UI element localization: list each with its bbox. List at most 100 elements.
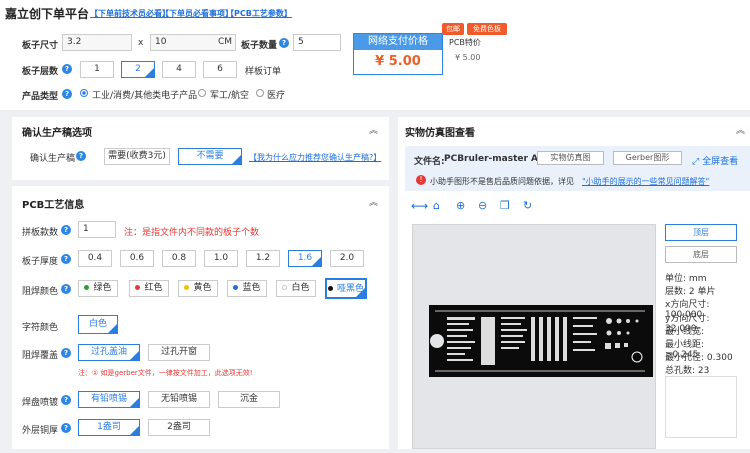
spec-min-hole-value: 0.300 <box>706 353 733 363</box>
via-help-icon[interactable]: ? <box>61 348 71 358</box>
spec-min-hole-key: 最小孔径: <box>665 353 705 363</box>
panel-note: 注：是指文件内不同款的板子个数 <box>124 228 260 238</box>
type-radio-medical[interactable] <box>256 89 264 97</box>
link-tech-notes[interactable]: 【下单前技术员必看】 <box>90 8 170 19</box>
expand-icon: ⤢ <box>692 157 700 167</box>
type-medical-label: 医疗 <box>267 91 286 101</box>
pcb-board-image <box>429 305 653 377</box>
thickness-label: 板子厚度 <box>22 257 59 267</box>
mask-blue[interactable]: 蓝色 <box>227 280 267 297</box>
confirm-option-no-need[interactable]: 不需要 <box>178 148 242 165</box>
type-help-icon[interactable]: ? <box>62 89 72 99</box>
confirm-why-link[interactable]: 【我为什么应力推荐您确认生产稿?】 <box>249 152 381 163</box>
confirm-help-icon[interactable]: ? <box>76 151 86 161</box>
sim-collapse-chevron-icon[interactable]: ︽ <box>736 123 745 136</box>
collapse-chevron-icon[interactable]: ︽ <box>369 123 378 136</box>
height-value: 10 <box>155 37 167 47</box>
type-radio-military[interactable] <box>198 89 206 97</box>
bottom-layer-button[interactable]: 底层 <box>665 246 737 263</box>
home-icon[interactable]: ⌂ <box>433 199 440 212</box>
silk-label: 字符颜色 <box>22 323 59 333</box>
layers-label: 板子层数 <box>22 67 59 77</box>
silk-white[interactable]: 白色 <box>78 315 118 334</box>
faq-link[interactable]: "小助手的展示的一些常见问题解答" <box>582 176 709 187</box>
qty-help-icon[interactable]: ? <box>279 38 289 48</box>
mask-red[interactable]: 红色 <box>129 280 169 297</box>
craft-title: PCB工艺信息 <box>22 200 85 211</box>
via-label: 阻焊覆盖 <box>22 351 59 361</box>
layers-option-6[interactable]: 6 <box>203 61 237 78</box>
mask-label: 阻焊颜色 <box>22 287 59 297</box>
panel-input[interactable]: 1 <box>78 221 116 238</box>
confirm-title: 确认生产稿选项 <box>22 128 92 139</box>
reset-icon[interactable]: ↻ <box>523 199 532 212</box>
via-note: 注：① 如是gerber文件，一律按文件加工，此选项无效! <box>78 369 253 377</box>
mask-help-icon[interactable]: ? <box>61 284 71 294</box>
tab-real-image[interactable]: 实物仿真图 <box>537 151 604 165</box>
mask-white-label: 白色 <box>291 283 310 293</box>
confirm-label: 确认生产稿 <box>30 154 76 164</box>
height-input[interactable]: 10 CM <box>150 34 236 51</box>
thickness-1-0[interactable]: 1.0 <box>204 250 238 267</box>
yellow-swatch-icon <box>184 285 190 290</box>
fullscreen-link[interactable]: ⤢ 全屏查看 <box>692 154 738 167</box>
craft-collapse-chevron-icon[interactable]: ︽ <box>369 195 378 208</box>
ruler-icon[interactable]: ⟷ <box>411 199 428 213</box>
spec-min-width-key: 最小线宽: <box>665 327 705 337</box>
badge-free-color: 免费色板 <box>467 23 507 35</box>
panel-label: 拼板款数 <box>22 228 59 238</box>
link-order-notes[interactable]: 【下单员必看事项】 <box>161 8 233 19</box>
copper-help-icon[interactable]: ? <box>61 423 71 433</box>
thickness-0-4[interactable]: 0.4 <box>78 250 112 267</box>
mask-green[interactable]: 绿色 <box>78 280 118 297</box>
zoom-out-icon[interactable]: ⊖ <box>478 199 487 212</box>
layers-help-icon[interactable]: ? <box>62 64 72 74</box>
thickness-help-icon[interactable]: ? <box>61 254 71 264</box>
spec-layers-value: 2 单片 <box>688 287 716 297</box>
price-amount: ¥ 5.00 <box>375 54 421 69</box>
tab-gerber[interactable]: Gerber图形 <box>613 151 682 165</box>
white-swatch-icon <box>282 285 288 290</box>
mask-blue-label: 蓝色 <box>242 283 261 293</box>
thickness-1-6[interactable]: 1.6 <box>288 250 322 267</box>
pad-enig[interactable]: 沉金 <box>218 391 280 408</box>
via-tented[interactable]: 过孔盖油 <box>78 344 140 361</box>
spec-y-key: y方向尺寸: <box>665 314 710 324</box>
mask-yellow[interactable]: 黄色 <box>178 280 218 297</box>
preview-canvas[interactable] <box>412 224 656 449</box>
type-military-label: 军工/航空 <box>210 91 250 101</box>
layers-note: 样板订单 <box>245 67 282 77</box>
green-swatch-icon <box>84 285 90 290</box>
pad-label: 焊盘喷镀 <box>22 398 59 408</box>
confirm-option-need[interactable]: 需要(收费3元) <box>104 148 170 165</box>
thickness-0-6[interactable]: 0.6 <box>120 250 154 267</box>
thickness-0-8[interactable]: 0.8 <box>162 250 196 267</box>
width-input[interactable]: 3.2 <box>62 34 132 51</box>
spec-unit-key: 单位: <box>665 274 687 284</box>
thickness-2-0[interactable]: 2.0 <box>330 250 364 267</box>
thickness-1-2[interactable]: 1.2 <box>246 250 280 267</box>
mask-white[interactable]: 白色 <box>276 280 316 297</box>
qty-input[interactable]: 5 <box>293 34 341 51</box>
pad-leadfree-hasl[interactable]: 无铅喷锡 <box>148 391 210 408</box>
via-open[interactable]: 过孔开窗 <box>148 344 210 361</box>
pad-help-icon[interactable]: ? <box>61 395 71 405</box>
warning-icon: ! <box>416 175 426 185</box>
layers-option-4[interactable]: 4 <box>162 61 196 78</box>
size-unit: CM <box>217 37 232 47</box>
mask-matte-black[interactable]: 哑黑色 <box>325 278 367 299</box>
page-title: 嘉立创下单平台 <box>5 7 90 21</box>
layers-option-1[interactable]: 1 <box>80 61 114 78</box>
copy-icon[interactable]: ❐ <box>500 199 510 212</box>
zoom-in-icon[interactable]: ⊕ <box>456 199 465 212</box>
pad-leaded-hasl[interactable]: 有铅喷锡 <box>78 391 140 408</box>
file-label: 文件名: <box>414 157 445 167</box>
layers-option-2[interactable]: 2 <box>121 61 155 78</box>
type-radio-industrial[interactable] <box>80 89 88 97</box>
mask-green-label: 绿色 <box>93 283 112 293</box>
link-pcb-params[interactable]: 【PCB工艺参数】 <box>226 8 292 19</box>
copper-1oz[interactable]: 1盎司 <box>78 419 140 436</box>
copper-2oz[interactable]: 2盎司 <box>148 419 210 436</box>
top-layer-button[interactable]: 顶层 <box>665 224 737 241</box>
panel-help-icon[interactable]: ? <box>61 225 71 235</box>
